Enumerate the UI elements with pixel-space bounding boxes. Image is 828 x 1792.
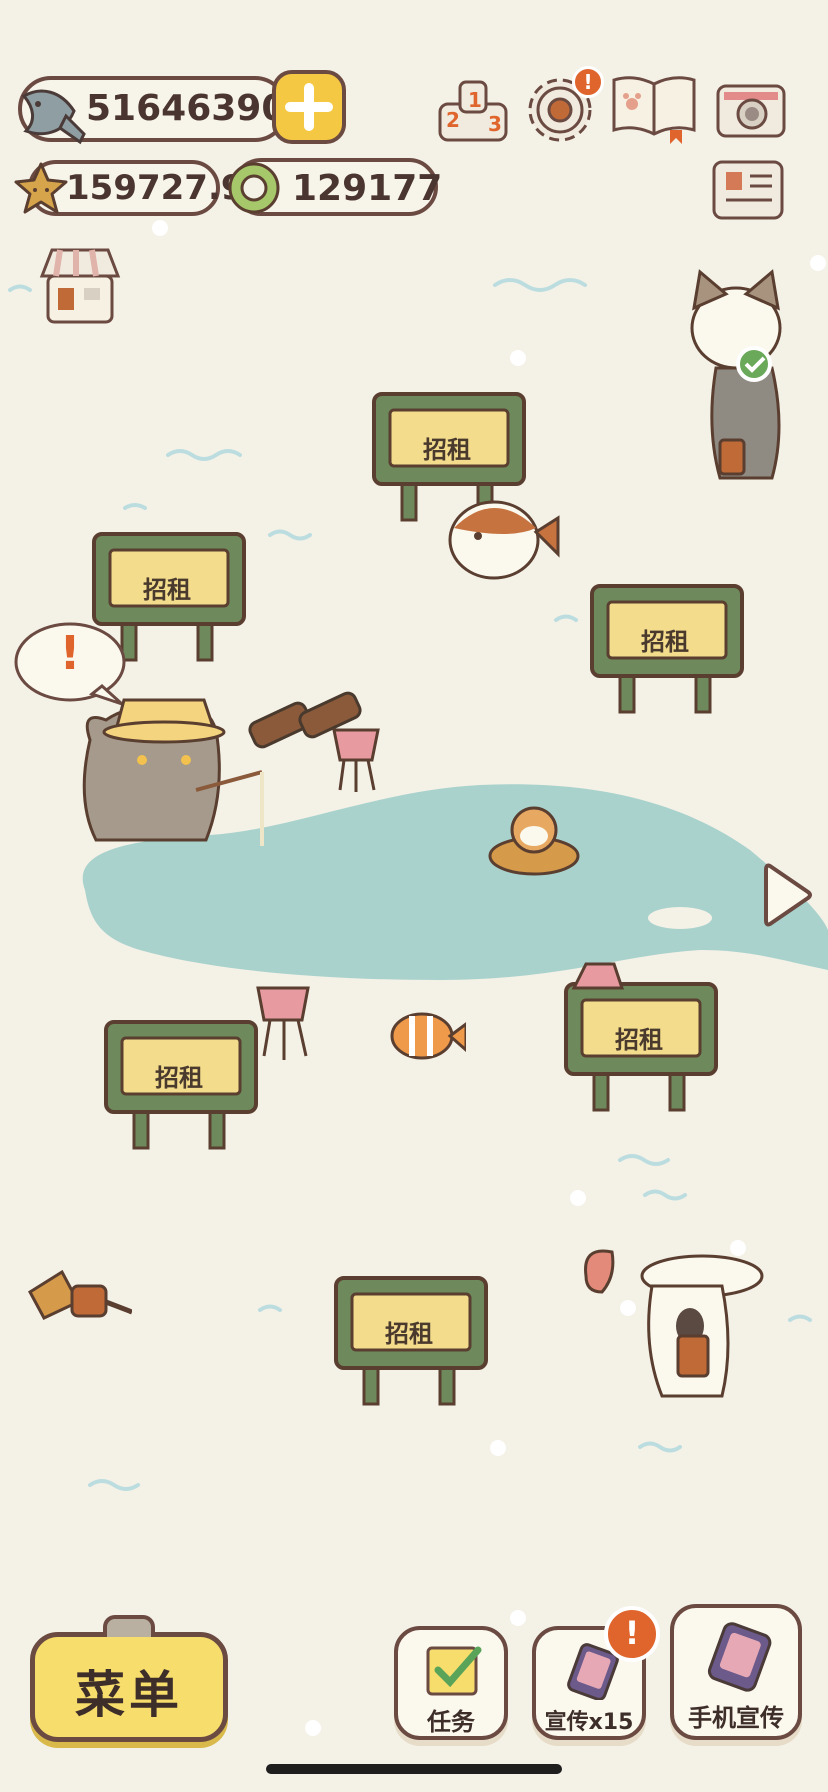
paw-book-icon (612, 76, 696, 144)
star-count: 159727.9 (66, 168, 245, 208)
menu-clip (103, 1615, 155, 1637)
snow-particle (305, 1720, 321, 1736)
plus-icon (285, 83, 333, 131)
ranking-button[interactable]: 2 1 3 (436, 74, 510, 144)
squid-creature[interactable] (566, 960, 626, 990)
squid-creature[interactable] (322, 720, 392, 800)
rent-sign-label: 招租 (385, 1320, 433, 1348)
snow-particle (510, 1610, 526, 1626)
star-icon (14, 162, 68, 214)
pufferfish-creature[interactable] (440, 488, 560, 588)
podium-digit-2: 2 (446, 108, 460, 132)
rent-sign-label: 招租 (641, 628, 689, 656)
camera-button[interactable] (714, 74, 788, 142)
snow-particle (570, 1190, 586, 1206)
rent-sign-label: 招租 (423, 436, 471, 464)
scroll-right-button[interactable] (762, 860, 814, 930)
shop-icon (39, 248, 121, 324)
snow-particle (152, 220, 168, 236)
shop-button[interactable] (36, 244, 124, 328)
settings-button[interactable]: ! (522, 66, 604, 146)
ring-count: 129177 (292, 168, 443, 209)
squid-creature[interactable] (248, 976, 328, 1066)
newspaper-button[interactable] (710, 156, 786, 224)
checklist-icon (426, 1646, 482, 1696)
fish-icon (21, 89, 86, 145)
promote-alert-badge: ! (604, 1606, 660, 1662)
rent-sign-label: 招租 (155, 1064, 203, 1092)
snow-particle (510, 350, 526, 366)
menu-button[interactable]: 菜单 (30, 1615, 228, 1742)
rent-sign-label: 招租 (143, 576, 191, 604)
podium-digit-1: 1 (468, 88, 482, 112)
settings-alert-badge: ! (572, 66, 604, 98)
camera-icon (716, 84, 786, 138)
phone-icon (707, 1622, 772, 1692)
tiger-cub-floating[interactable] (484, 800, 584, 880)
chevron-right-icon (764, 863, 812, 927)
clownfish-creature[interactable] (386, 1006, 466, 1066)
newspaper-icon (712, 160, 784, 220)
promote-label: 宣传x15 (544, 1710, 634, 1735)
rent-sign-label: 招租 (615, 1026, 663, 1054)
rent-sign[interactable]: 招租 (590, 582, 750, 722)
podium-digit-3: 3 (488, 112, 502, 136)
rent-sign[interactable]: 招租 (334, 1274, 494, 1414)
cat-book-button[interactable] (608, 70, 700, 146)
menu-label: 菜单 (75, 1666, 183, 1724)
phone-promote-label: 手机宣传 (688, 1704, 784, 1732)
ring-icon (228, 162, 280, 214)
rent-sign[interactable]: 招租 (104, 1018, 264, 1158)
firework-item[interactable] (22, 1262, 132, 1332)
spotted-dog-customer[interactable] (572, 1236, 792, 1406)
calico-cat-customer[interactable] (676, 268, 816, 508)
snow-particle (490, 1440, 506, 1456)
rent-sign[interactable]: 招租 (564, 980, 724, 1120)
tasks-label: 任务 (427, 1708, 475, 1736)
home-indicator[interactable] (266, 1764, 562, 1774)
add-fish-button[interactable] (272, 70, 346, 144)
phone-promote-button[interactable]: 手机宣传 (670, 1604, 802, 1740)
tasks-button[interactable]: 任务 (394, 1626, 508, 1740)
